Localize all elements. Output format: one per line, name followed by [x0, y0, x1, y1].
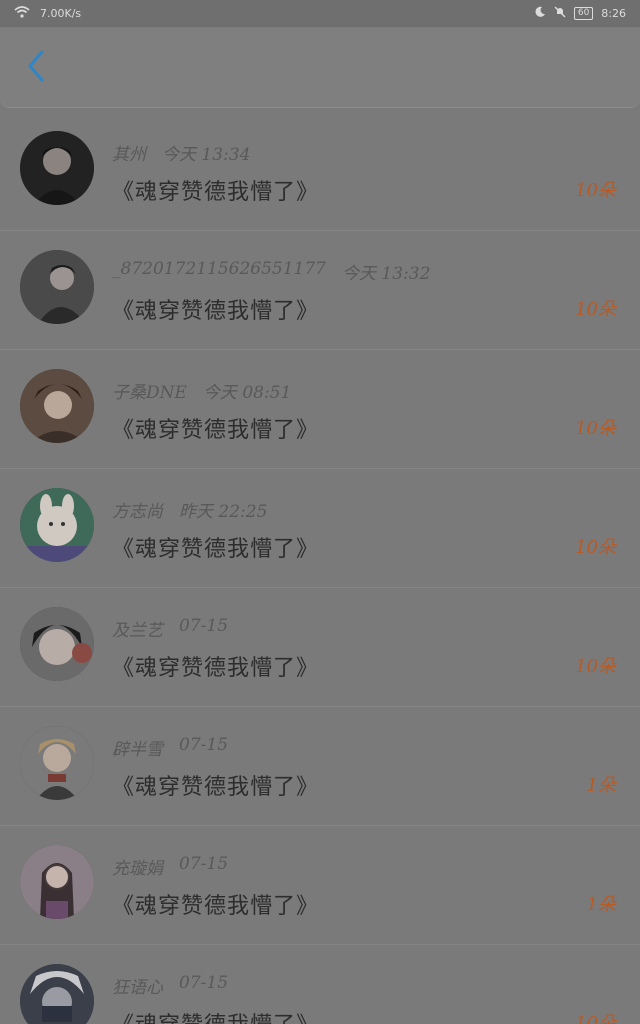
book-title: 《魂穿赞德我懵了》 [112, 656, 320, 681]
avatar [20, 250, 94, 324]
item-meta: 及兰艺 07-15 [112, 616, 228, 641]
user-name: 辟半雪 [112, 740, 163, 760]
avatar [20, 964, 94, 1024]
list-item[interactable]: 及兰艺 07-15 《魂穿赞德我懵了》 10朵 [0, 588, 640, 707]
wifi-icon [14, 6, 30, 21]
list-item[interactable]: 辟半雪 07-15 《魂穿赞德我懵了》 1朵 [0, 707, 640, 826]
book-title: 《魂穿赞德我懵了》 [112, 775, 320, 800]
gift-count: 10朵 [575, 656, 616, 677]
timestamp: 07-15 [179, 973, 229, 993]
avatar [20, 607, 94, 681]
list-item[interactable]: 充璇娟 07-15 《魂穿赞德我懵了》 1朵 [0, 826, 640, 945]
status-bar: 7.00K/s 60 8:26 [0, 0, 640, 27]
timestamp: 昨天 22:25 [179, 502, 268, 522]
gift-count: 10朵 [575, 418, 616, 439]
list-item[interactable]: 子桑DNE 今天 08:51 《魂穿赞德我懵了》 10朵 [0, 350, 640, 469]
bell-muted-icon [554, 6, 566, 21]
item-meta: 充璇娟 07-15 [112, 854, 228, 879]
user-name: 及兰艺 [112, 621, 163, 641]
gift-count: 10朵 [575, 537, 616, 558]
gift-count: 1朵 [586, 894, 616, 915]
chevron-left-icon [26, 50, 46, 86]
item-meta: 子桑DNE 今天 08:51 [112, 378, 291, 403]
gift-list: 其州 今天 13:34 《魂穿赞德我懵了》 10朵 _8720172115626… [0, 112, 640, 1024]
timestamp: 今天 13:34 [162, 145, 251, 165]
avatar [20, 488, 94, 562]
user-name: 狂语心 [112, 978, 163, 998]
user-name: 子桑DNE [112, 383, 187, 403]
status-right: 60 8:26 [534, 6, 626, 21]
book-title: 《魂穿赞德我懵了》 [112, 299, 320, 324]
avatar [20, 369, 94, 443]
book-title: 《魂穿赞德我懵了》 [112, 1007, 319, 1024]
timestamp: 07-15 [179, 735, 229, 755]
avatar [20, 726, 94, 800]
list-item[interactable]: _8720172115626551177 今天 13:32 《魂穿赞德我懵了》 … [0, 231, 640, 350]
gift-count: 1朵 [586, 775, 616, 796]
timestamp: 今天 13:32 [342, 264, 431, 284]
item-meta: 其州 今天 13:34 [112, 140, 250, 165]
user-name: 方志尚 [112, 502, 163, 522]
book-title: 《魂穿赞德我懵了》 [112, 180, 320, 205]
moon-icon [534, 6, 546, 21]
avatar [20, 131, 94, 205]
book-title: 《魂穿赞德我懵了》 [112, 894, 320, 919]
item-meta: _8720172115626551177 今天 13:32 [112, 259, 430, 284]
item-meta: 方志尚 昨天 22:25 [112, 497, 267, 522]
network-speed: 7.00K/s [40, 7, 82, 20]
user-name: 充璇娟 [112, 859, 163, 879]
avatar [20, 845, 94, 919]
user-name: _8720172115626551177 [112, 259, 327, 279]
app-header [0, 28, 640, 108]
timestamp: 今天 08:51 [202, 383, 292, 403]
battery-indicator: 60 [573, 7, 594, 20]
item-meta: 狂语心 07-15 [112, 973, 228, 998]
gift-count: 10朵 [575, 299, 616, 320]
status-left: 7.00K/s [14, 6, 81, 21]
item-meta: 辟半雪 07-15 [112, 735, 228, 760]
clock: 8:26 [601, 7, 626, 20]
book-title: 《魂穿赞德我懵了》 [112, 537, 320, 562]
back-button[interactable] [18, 50, 54, 86]
timestamp: 07-15 [179, 854, 229, 874]
list-item[interactable]: 狂语心 07-15 《魂穿赞德我懵了》 10朵 [0, 945, 640, 1024]
book-title: 《魂穿赞德我懵了》 [112, 418, 320, 443]
timestamp: 07-15 [179, 616, 229, 636]
list-item[interactable]: 方志尚 昨天 22:25 《魂穿赞德我懵了》 10朵 [0, 469, 640, 588]
list-item[interactable]: 其州 今天 13:34 《魂穿赞德我懵了》 10朵 [0, 112, 640, 231]
gift-count: 10朵 [575, 1013, 616, 1024]
user-name: 其州 [112, 145, 146, 165]
gift-count: 10朵 [575, 180, 616, 201]
